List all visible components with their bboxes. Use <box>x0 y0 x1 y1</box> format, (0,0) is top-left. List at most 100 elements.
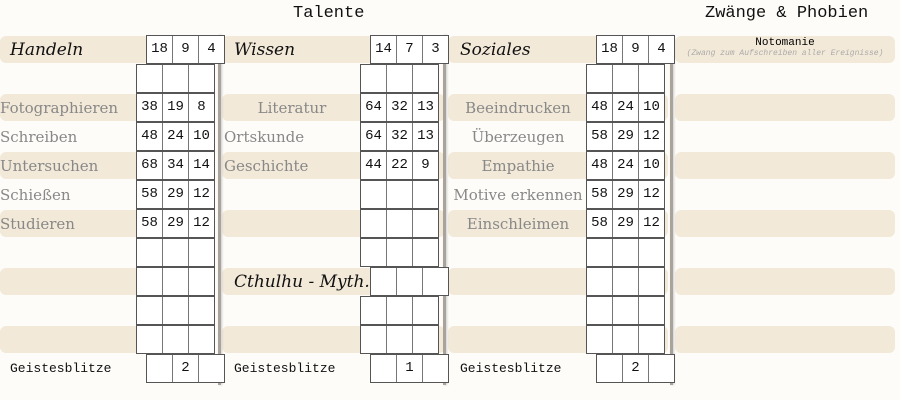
half-value-cell[interactable] <box>162 239 188 266</box>
half-value-cell[interactable]: 29 <box>612 210 638 237</box>
full-value-cell[interactable] <box>371 355 396 382</box>
fifth-value-cell[interactable] <box>422 355 448 382</box>
half-value-cell[interactable]: 32 <box>386 123 412 150</box>
full-value-cell[interactable]: 48 <box>587 152 612 179</box>
fifth-value-cell[interactable]: 9 <box>412 152 438 179</box>
fifth-value-cell[interactable]: 4 <box>648 36 674 63</box>
full-value-cell[interactable]: 64 <box>361 94 386 121</box>
full-value-cell[interactable] <box>147 355 172 382</box>
full-value-cell[interactable]: 58 <box>587 181 612 208</box>
half-value-cell[interactable]: 32 <box>386 94 412 121</box>
half-value-cell[interactable] <box>386 326 412 353</box>
half-value-cell[interactable] <box>162 326 188 353</box>
fifth-value-cell[interactable] <box>422 268 448 295</box>
half-value-cell[interactable]: 24 <box>612 94 638 121</box>
half-value-cell[interactable] <box>612 268 638 295</box>
half-value-cell[interactable] <box>386 65 412 92</box>
half-value-cell[interactable] <box>612 65 638 92</box>
full-value-cell[interactable] <box>587 297 612 324</box>
half-value-cell[interactable] <box>396 268 422 295</box>
fifth-value-cell[interactable] <box>188 65 214 92</box>
fifth-value-cell[interactable] <box>648 355 674 382</box>
full-value-cell[interactable] <box>597 355 622 382</box>
half-value-cell[interactable] <box>386 210 412 237</box>
full-value-cell[interactable] <box>587 268 612 295</box>
half-value-cell[interactable]: 9 <box>172 36 198 63</box>
full-value-cell[interactable] <box>137 297 162 324</box>
full-value-cell[interactable]: 44 <box>361 152 386 179</box>
fifth-value-cell[interactable]: 10 <box>638 94 664 121</box>
fifth-value-cell[interactable]: 12 <box>188 210 214 237</box>
full-value-cell[interactable]: 58 <box>137 181 162 208</box>
half-value-cell[interactable] <box>612 239 638 266</box>
fifth-value-cell[interactable] <box>638 65 664 92</box>
half-value-cell[interactable]: 9 <box>622 36 648 63</box>
full-value-cell[interactable] <box>361 297 386 324</box>
fifth-value-cell[interactable]: 12 <box>638 123 664 150</box>
half-value-cell[interactable]: 1 <box>396 355 422 382</box>
fifth-value-cell[interactable] <box>188 326 214 353</box>
fifth-value-cell[interactable] <box>188 297 214 324</box>
full-value-cell[interactable] <box>361 239 386 266</box>
half-value-cell[interactable]: 24 <box>612 152 638 179</box>
full-value-cell[interactable]: 58 <box>137 210 162 237</box>
fifth-value-cell[interactable] <box>638 239 664 266</box>
fifth-value-cell[interactable]: 4 <box>198 36 224 63</box>
fifth-value-cell[interactable] <box>412 326 438 353</box>
half-value-cell[interactable] <box>162 297 188 324</box>
fifth-value-cell[interactable]: 3 <box>422 36 448 63</box>
half-value-cell[interactable] <box>162 65 188 92</box>
fifth-value-cell[interactable] <box>412 210 438 237</box>
fifth-value-cell[interactable] <box>188 239 214 266</box>
half-value-cell[interactable]: 7 <box>396 36 422 63</box>
fifth-value-cell[interactable] <box>638 297 664 324</box>
half-value-cell[interactable]: 2 <box>622 355 648 382</box>
half-value-cell[interactable]: 29 <box>612 181 638 208</box>
full-value-cell[interactable] <box>587 326 612 353</box>
full-value-cell[interactable] <box>137 65 162 92</box>
full-value-cell[interactable] <box>361 181 386 208</box>
half-value-cell[interactable]: 29 <box>162 210 188 237</box>
fifth-value-cell[interactable]: 13 <box>412 94 438 121</box>
full-value-cell[interactable] <box>137 268 162 295</box>
full-value-cell[interactable]: 14 <box>371 36 396 63</box>
fifth-value-cell[interactable] <box>638 268 664 295</box>
fifth-value-cell[interactable]: 10 <box>188 123 214 150</box>
fifth-value-cell[interactable] <box>638 326 664 353</box>
fifth-value-cell[interactable] <box>198 355 224 382</box>
fifth-value-cell[interactable]: 8 <box>188 94 214 121</box>
half-value-cell[interactable] <box>386 181 412 208</box>
half-value-cell[interactable]: 34 <box>162 152 188 179</box>
fifth-value-cell[interactable]: 13 <box>412 123 438 150</box>
full-value-cell[interactable]: 64 <box>361 123 386 150</box>
full-value-cell[interactable] <box>587 239 612 266</box>
full-value-cell[interactable] <box>137 326 162 353</box>
fifth-value-cell[interactable] <box>412 297 438 324</box>
fifth-value-cell[interactable] <box>412 65 438 92</box>
fifth-value-cell[interactable]: 14 <box>188 152 214 179</box>
half-value-cell[interactable] <box>386 297 412 324</box>
full-value-cell[interactable]: 48 <box>137 123 162 150</box>
half-value-cell[interactable]: 24 <box>162 123 188 150</box>
fifth-value-cell[interactable] <box>412 239 438 266</box>
fifth-value-cell[interactable] <box>412 181 438 208</box>
half-value-cell[interactable]: 29 <box>612 123 638 150</box>
full-value-cell[interactable]: 58 <box>587 123 612 150</box>
full-value-cell[interactable] <box>361 326 386 353</box>
fifth-value-cell[interactable] <box>188 268 214 295</box>
full-value-cell[interactable]: 18 <box>597 36 622 63</box>
half-value-cell[interactable]: 29 <box>162 181 188 208</box>
half-value-cell[interactable] <box>612 326 638 353</box>
full-value-cell[interactable]: 38 <box>137 94 162 121</box>
half-value-cell[interactable] <box>612 297 638 324</box>
full-value-cell[interactable]: 68 <box>137 152 162 179</box>
half-value-cell[interactable] <box>386 239 412 266</box>
full-value-cell[interactable]: 58 <box>587 210 612 237</box>
full-value-cell[interactable] <box>137 239 162 266</box>
full-value-cell[interactable] <box>361 65 386 92</box>
fifth-value-cell[interactable]: 10 <box>638 152 664 179</box>
phobia-name[interactable]: Notomanie <box>675 37 895 49</box>
fifth-value-cell[interactable]: 12 <box>638 181 664 208</box>
fifth-value-cell[interactable]: 12 <box>638 210 664 237</box>
full-value-cell[interactable] <box>371 268 396 295</box>
